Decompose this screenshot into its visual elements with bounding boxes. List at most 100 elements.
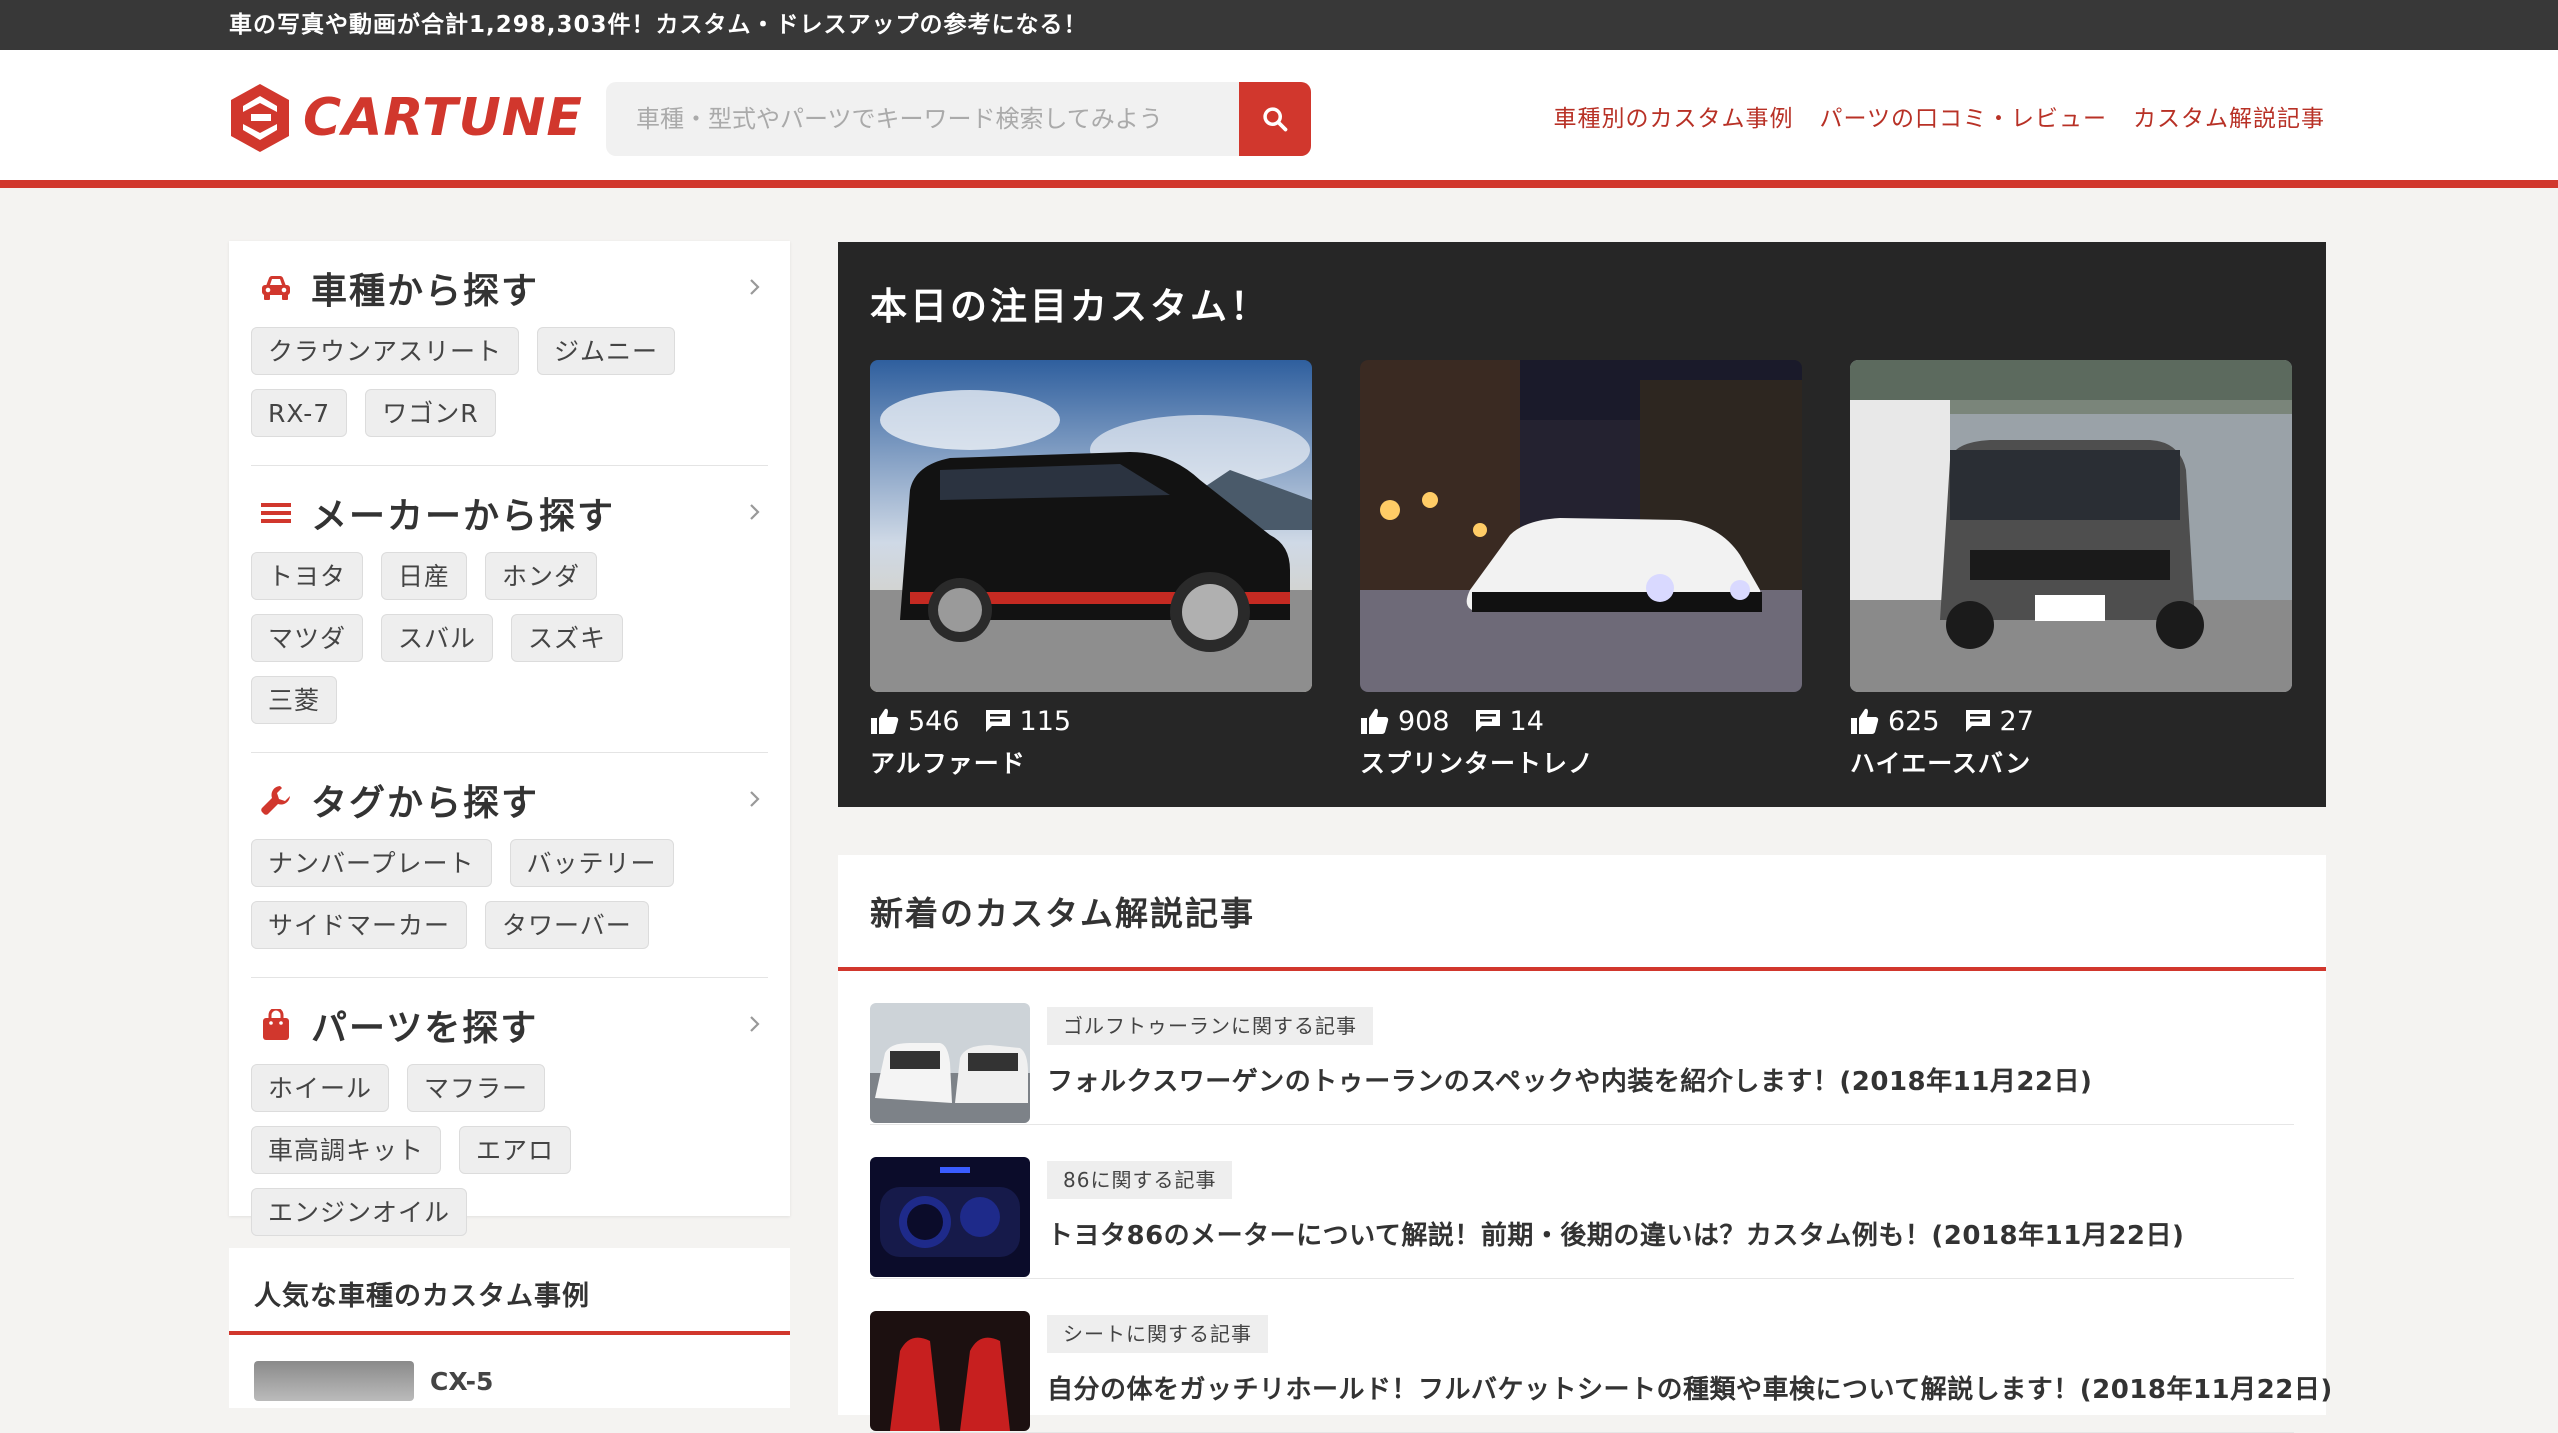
comment-icon (1475, 710, 1500, 732)
car-photo[interactable] (1850, 360, 2292, 692)
popular-car-item[interactable]: CX-5 (229, 1335, 790, 1427)
featured-card[interactable]: 546 115 アルファード (870, 360, 1312, 780)
chevron-right-icon[interactable] (742, 787, 766, 811)
tag-chip[interactable]: ワゴンR (365, 389, 496, 437)
tag-chip[interactable]: サイドマーカー (251, 901, 468, 949)
menu-icon (259, 496, 293, 530)
tag-chip[interactable]: エアロ (459, 1126, 572, 1174)
tag-chip[interactable]: 日産 (381, 552, 468, 600)
car-icon (259, 271, 293, 305)
tag-chip[interactable]: 三菱 (251, 676, 338, 724)
announcement-text: 車の写真や動画が合計1,298,303件！カスタム・ドレスアップの参考になる！ (229, 12, 1088, 38)
comment-icon (1965, 710, 1990, 732)
search-icon (1263, 107, 1288, 132)
tag-chip[interactable]: RX-7 (251, 389, 348, 437)
tag-chip[interactable]: ホイール (251, 1064, 390, 1112)
nav-car-custom-examples[interactable]: 車種別のカスタム事例 (1553, 100, 1793, 138)
tag-chip[interactable]: 車高調キット (251, 1126, 442, 1174)
section-title: パーツを探す (311, 1008, 539, 1049)
tag-list: ホイール マフラー 車高調キット エアロ エンジンオイル (251, 1064, 721, 1236)
popular-cars-panel: 人気な車種のカスタム事例 CX-5 (229, 1248, 790, 1408)
search-by-maker-section: メーカーから探す トヨタ 日産 ホンダ マツダ スバル スズキ 三菱 (251, 466, 768, 753)
like-count: 625 (1888, 705, 1940, 737)
search-by-car-section: 車種から探す クラウンアスリート ジムニー RX-7 ワゴンR (251, 241, 768, 466)
chevron-right-icon[interactable] (742, 1012, 766, 1036)
tag-chip[interactable]: スズキ (511, 614, 624, 662)
car-name[interactable]: スプリンタートレノ (1360, 744, 1802, 780)
tag-chip[interactable]: バッテリー (509, 839, 674, 887)
popular-cars-title: 人気な車種のカスタム事例 (229, 1248, 790, 1335)
nav-parts-reviews[interactable]: パーツの口コミ・レビュー (1819, 100, 2107, 138)
article-category-tag[interactable]: シートに関する記事 (1047, 1315, 1268, 1353)
article-thumbnail[interactable] (870, 1311, 1030, 1431)
article-category-tag[interactable]: 86に関する記事 (1047, 1161, 1233, 1199)
article-item[interactable]: ゴルフトゥーランに関する記事 フォルクスワーゲンのトゥーランのスペックや内装を紹… (870, 971, 2294, 1125)
search-bar (606, 82, 1311, 156)
tag-chip[interactable]: ホンダ (485, 552, 598, 600)
car-photo[interactable] (870, 360, 1312, 692)
bag-icon (259, 1008, 293, 1042)
new-articles-panel: 新着のカスタム解説記事 ゴルフトゥーランに関する記事 フォルクスワーゲンのトゥー… (838, 855, 2332, 1433)
tag-chip[interactable]: マフラー (407, 1064, 546, 1112)
header-nav: 車種別のカスタム事例 パーツの口コミ・レビュー カスタム解説記事 (1553, 100, 2325, 138)
featured-title: 本日の注目カスタム！ (870, 285, 1270, 328)
car-name[interactable]: アルファード (870, 744, 1312, 780)
tag-list: トヨタ 日産 ホンダ マツダ スバル スズキ 三菱 (251, 552, 721, 724)
thumbs-up-icon (1361, 708, 1389, 734)
article-title[interactable]: フォルクスワーゲンのトゥーランのスペックや内装を紹介します！(2018年11月2… (1047, 1061, 2092, 1098)
tag-chip[interactable]: スバル (381, 614, 494, 662)
articles-title: 新着のカスタム解説記事 (838, 855, 2326, 971)
featured-card[interactable]: 908 14 スプリンタートレノ (1360, 360, 1802, 780)
comment-count: 14 (1509, 705, 1544, 737)
chevron-right-icon[interactable] (742, 275, 766, 299)
article-item[interactable]: シートに関する記事 自分の体をガッチリホールド！フルバケットシートの種類や車検に… (870, 1279, 2332, 1433)
site-header: CARTUNE 車種別のカスタム事例 パーツの口コミ・レビュー カスタム解説記事 (0, 50, 2558, 188)
card-stats: 908 14 (1360, 704, 1802, 738)
featured-customs-panel: 本日の注目カスタム！ 546 115 アルファード 908 14 スプリンタート… (838, 242, 2326, 807)
card-stats: 625 27 (1850, 704, 2292, 738)
tag-chip[interactable]: トヨタ (251, 552, 364, 600)
article-thumbnail[interactable] (870, 1003, 1030, 1123)
car-thumbnail (254, 1361, 414, 1401)
tag-list: ナンバープレート バッテリー サイドマーカー タワーバー (251, 839, 721, 949)
section-title: 車種から探す (311, 271, 540, 312)
sidebar-search-panel: 車種から探す クラウンアスリート ジムニー RX-7 ワゴンR メーカーから探す… (229, 241, 790, 1236)
article-title[interactable]: トヨタ86のメーターについて解説！前期・後期の違いは？カスタム例も！(2018年… (1047, 1215, 2184, 1252)
site-announcement-bar: 車の写真や動画が合計1,298,303件！カスタム・ドレスアップの参考になる！ (0, 0, 2558, 50)
section-header[interactable]: タグから探す (251, 777, 768, 824)
like-count: 908 (1398, 705, 1450, 737)
car-photo[interactable] (1360, 360, 1802, 692)
article-category-tag[interactable]: ゴルフトゥーランに関する記事 (1047, 1007, 1373, 1045)
section-header[interactable]: 車種から探す (251, 265, 768, 312)
wrench-icon (259, 783, 293, 817)
tag-chip[interactable]: マツダ (251, 614, 364, 662)
thumbs-up-icon (871, 708, 899, 734)
section-title: タグから探す (311, 783, 540, 824)
section-header[interactable]: メーカーから探す (251, 490, 768, 537)
section-header[interactable]: パーツを探す (251, 1002, 768, 1049)
tag-chip[interactable]: クラウンアスリート (251, 327, 520, 375)
search-input[interactable] (606, 82, 1241, 156)
thumbs-up-icon (1851, 708, 1879, 734)
search-parts-section: パーツを探す ホイール マフラー 車高調キット エアロ エンジンオイル (251, 978, 768, 1264)
car-name[interactable]: ハイエースバン (1850, 744, 2292, 780)
tag-chip[interactable]: タワーバー (485, 901, 649, 949)
comment-count: 115 (1019, 705, 1072, 737)
like-count: 546 (908, 705, 960, 737)
article-item[interactable]: 86に関する記事 トヨタ86のメーターについて解説！前期・後期の違いは？カスタム… (870, 1125, 2294, 1279)
comment-count: 27 (1999, 705, 2034, 737)
nav-custom-articles[interactable]: カスタム解説記事 (2133, 100, 2325, 138)
tag-chip[interactable]: エンジンオイル (251, 1188, 468, 1236)
article-thumbnail[interactable] (870, 1157, 1030, 1277)
cartune-logo-icon (231, 84, 289, 152)
tag-list: クラウンアスリート ジムニー RX-7 ワゴンR (251, 327, 721, 437)
chevron-right-icon[interactable] (742, 500, 766, 524)
search-button[interactable] (1239, 82, 1311, 156)
site-logo[interactable]: CARTUNE (229, 82, 583, 154)
tag-chip[interactable]: ジムニー (537, 327, 676, 375)
logo-wordmark: CARTUNE (303, 88, 583, 148)
car-name: CX-5 (430, 1366, 494, 1396)
tag-chip[interactable]: ナンバープレート (251, 839, 492, 887)
featured-card[interactable]: 625 27 ハイエースバン (1850, 360, 2292, 780)
card-stats: 546 115 (870, 704, 1312, 738)
